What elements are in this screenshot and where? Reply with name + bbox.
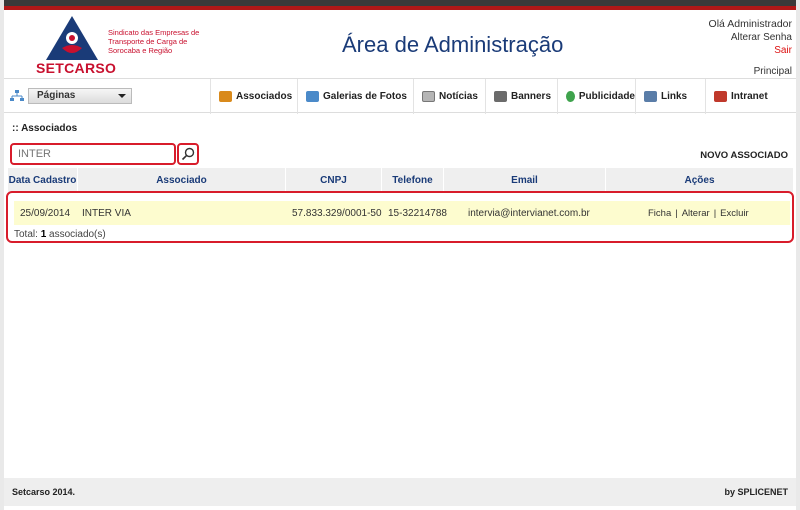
alterar-link[interactable]: Alterar [682,208,710,219]
nav-associados-label: Associados [236,91,293,102]
greeting: Olá Administrador [708,18,792,30]
main-nav: Páginas Associados Galerias de Fotos Not… [4,78,796,114]
nav-links-label: Links [661,91,688,102]
newspaper-icon [422,91,435,102]
col-email: Email [444,168,606,192]
col-phone: Telefone [382,168,444,192]
handshake-icon [219,91,232,102]
col-cnpj: CNPJ [286,168,382,192]
pages-dropdown[interactable]: Páginas [28,88,132,104]
total-count: Total: 1 associado(s) [14,229,106,240]
nav-publicidade-label: Publicidade [578,91,635,102]
separator: | [713,207,717,219]
banner-icon [494,91,507,102]
footer: Setcarso 2014. by SPLICENET [4,478,796,506]
excluir-link[interactable]: Excluir [720,208,749,219]
nav-associados[interactable]: Associados [210,79,300,114]
total-number: 1 [40,229,47,240]
table-header: Data Cadastro Associado CNPJ Telefone Em… [8,168,794,192]
footer-credit: by SPLICENET [724,487,788,497]
nav-galerias[interactable]: Galerias de Fotos [297,79,413,114]
publicity-icon [566,91,575,102]
photo-gallery-icon [306,91,319,102]
nav-intranet-label: Intranet [731,91,768,102]
links-icon [644,91,657,102]
logo-tagline: Sindicato das Empresas de Transporte de … [108,28,200,55]
col-associate: Associado [78,168,286,192]
col-actions: Ações [606,168,794,192]
logo-mark-icon [46,16,98,60]
table-row[interactable]: 25/09/2014 INTER VIA 57.833.329/0001-50 … [14,201,790,225]
header: Sindicato das Empresas de Transporte de … [4,10,796,78]
nav-banners-label: Banners [511,91,552,102]
sitemap-icon [10,90,24,101]
intranet-icon [714,91,727,102]
admin-page: Sindicato das Empresas de Transporte de … [4,0,796,510]
user-box: Olá Administrador Alterar Senha Sair [709,18,792,57]
section-title: :: Associados [12,123,78,134]
total-suffix: associado(s) [49,229,106,240]
nav-banners[interactable]: Banners [485,79,557,114]
home-link[interactable]: Principal [754,66,792,77]
search-input[interactable] [10,143,176,165]
row-actions: Ficha | Alterar | Excluir [640,208,780,219]
search-icon [181,147,195,161]
cell-name: INTER VIA [82,207,131,219]
page-title: Área de Administração [342,32,564,57]
logo-name: SETCARSO [36,60,117,76]
nav-noticias-label: Notícias [439,91,478,102]
nav-intranet[interactable]: Intranet [705,79,796,114]
change-password-link[interactable]: Alterar Senha [709,31,792,44]
setcarso-logo[interactable]: Sindicato das Empresas de Transporte de … [34,14,204,78]
separator: | [675,207,678,219]
footer-copyright: Setcarso 2014. [12,487,76,497]
ficha-link[interactable]: Ficha [648,208,671,219]
search-button[interactable] [177,143,199,165]
nav-noticias[interactable]: Notícias [413,79,485,114]
col-date: Data Cadastro [8,168,78,192]
total-prefix: Total: [14,229,38,240]
cell-date: 25/09/2014 [20,207,71,219]
new-associate-button[interactable]: NOVO ASSOCIADO [700,150,788,161]
pages-menu: Páginas [10,88,132,104]
cell-email: intervia@intervianet.com.br [468,207,590,219]
pages-dropdown-label: Páginas [37,90,76,101]
nav-galerias-label: Galerias de Fotos [323,91,407,102]
nav-links[interactable]: Links [635,79,705,114]
logout-link[interactable]: Sair [709,44,792,57]
chevron-down-icon [118,94,126,98]
cell-cnpj: 57.833.329/0001-50 [292,207,382,219]
cell-phone: 15-32214788 [388,207,447,219]
results-box: 25/09/2014 INTER VIA 57.833.329/0001-50 … [6,191,794,243]
nav-publicidade[interactable]: Publicidade [557,79,635,114]
